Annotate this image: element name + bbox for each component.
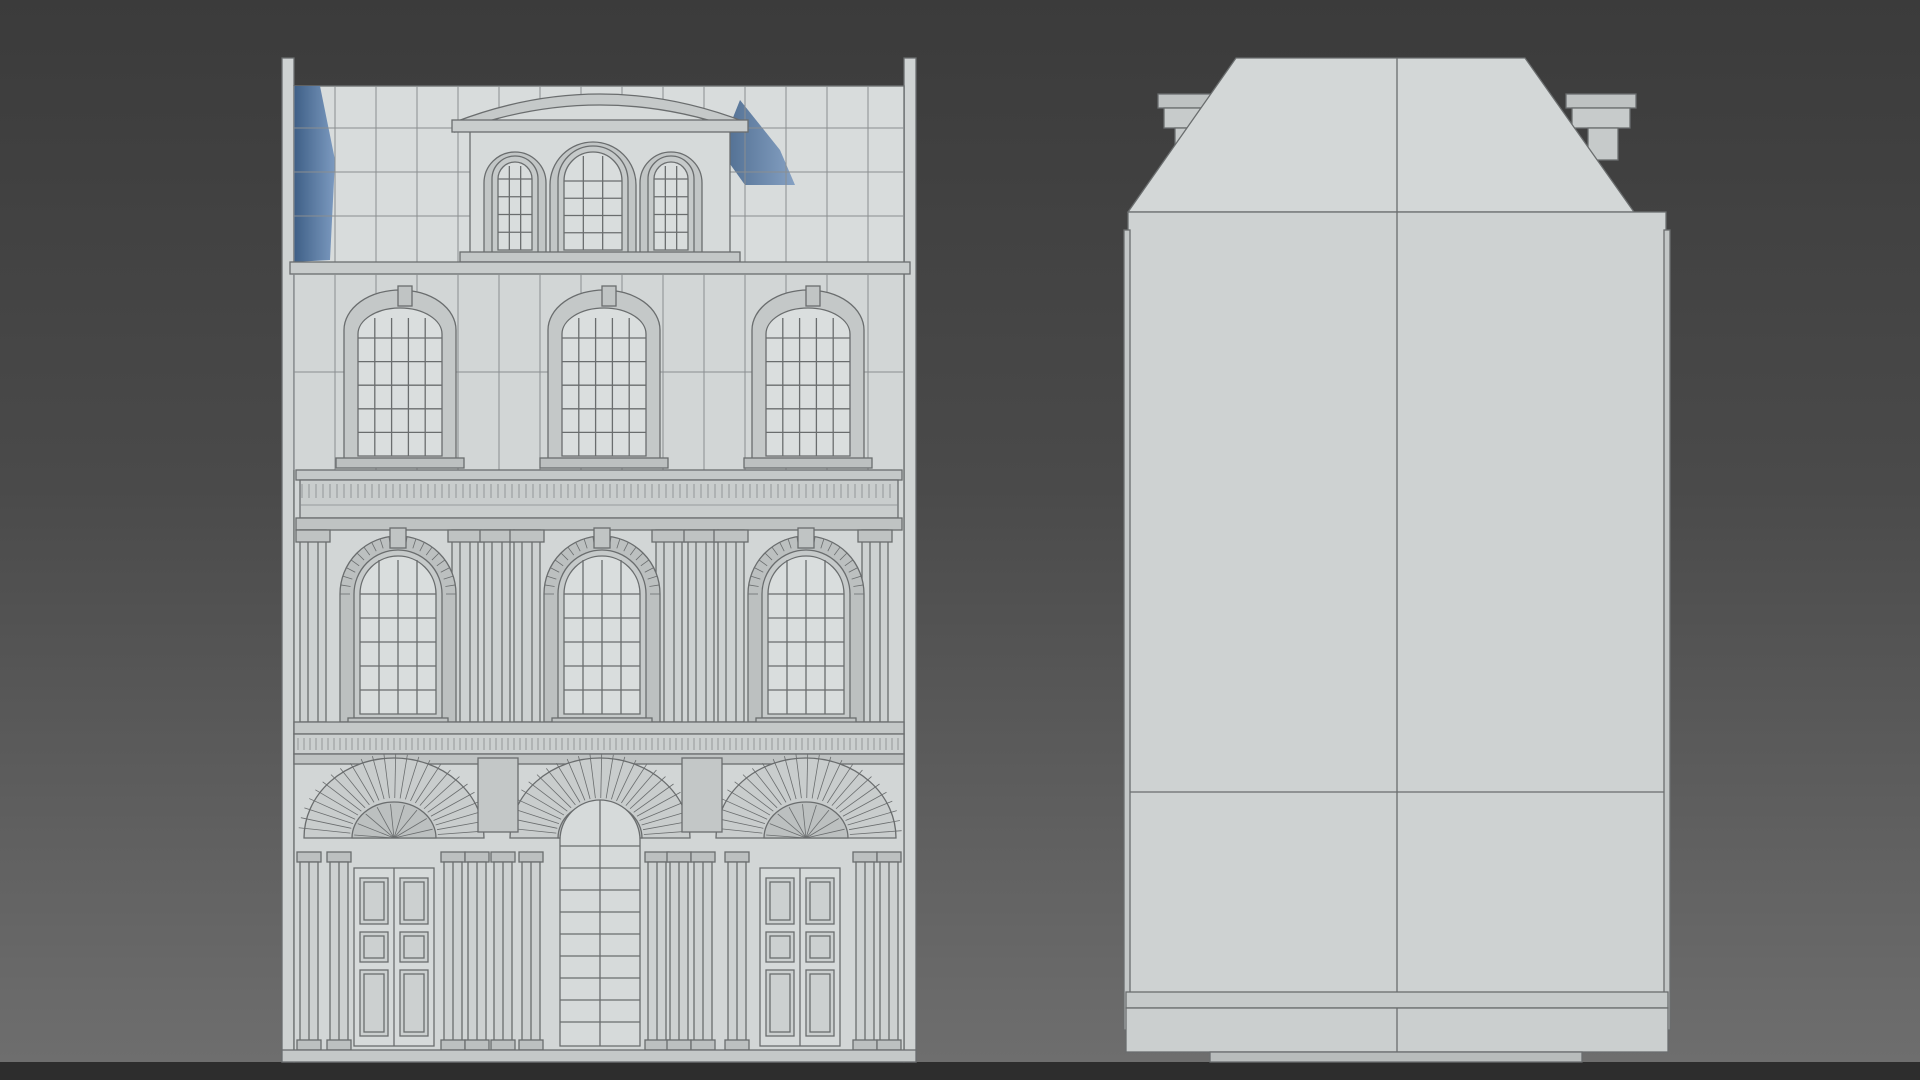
keystone xyxy=(797,527,815,549)
central-pier xyxy=(477,757,519,833)
double-door xyxy=(353,867,435,1047)
pilaster xyxy=(483,529,511,723)
side-foot xyxy=(1209,1051,1583,1063)
side-base-band xyxy=(1125,991,1669,1009)
side-edge-left xyxy=(1123,229,1131,1031)
viewport-canvas xyxy=(0,0,1920,1080)
keystone xyxy=(601,285,617,307)
front-elevation xyxy=(281,57,917,1063)
window-sill xyxy=(539,457,669,469)
second-floor-window xyxy=(755,549,857,727)
double-door xyxy=(759,867,841,1047)
entablature xyxy=(295,469,903,531)
keystone xyxy=(805,285,821,307)
third-floor-window xyxy=(561,307,647,457)
second-floor-window xyxy=(551,549,653,727)
second-floor xyxy=(295,527,893,727)
keystone xyxy=(593,527,611,549)
front-plinth xyxy=(281,1049,917,1063)
third-floor-window xyxy=(765,307,851,457)
second-floor-window xyxy=(347,549,449,727)
render-scene xyxy=(0,0,1920,1080)
dormer-window xyxy=(641,155,701,263)
third-floor xyxy=(293,274,904,470)
third-floor-window xyxy=(357,307,443,457)
window-sill xyxy=(743,457,873,469)
pilaster xyxy=(717,529,745,723)
pilaster xyxy=(861,529,889,723)
dormer-window xyxy=(485,155,545,263)
front-left-edge xyxy=(281,57,295,1063)
keystone xyxy=(389,527,407,549)
pilaster xyxy=(513,529,541,723)
dormer xyxy=(451,93,749,263)
chimney-right xyxy=(1571,107,1631,129)
window-sill xyxy=(335,457,465,469)
side-elevation xyxy=(1123,57,1671,1063)
ground-floor-central-window xyxy=(559,799,641,1047)
keystone xyxy=(397,285,413,307)
central-pier xyxy=(681,757,723,833)
front-right-edge xyxy=(903,57,917,1063)
ground-strip xyxy=(0,1062,1920,1080)
pilaster xyxy=(687,529,715,723)
roof-cornice xyxy=(289,261,911,275)
dormer-window xyxy=(551,145,635,263)
pilaster xyxy=(299,529,327,723)
chimney-cap-right xyxy=(1565,93,1637,109)
side-edge-right xyxy=(1663,229,1671,1031)
ground-floor xyxy=(296,754,902,1051)
